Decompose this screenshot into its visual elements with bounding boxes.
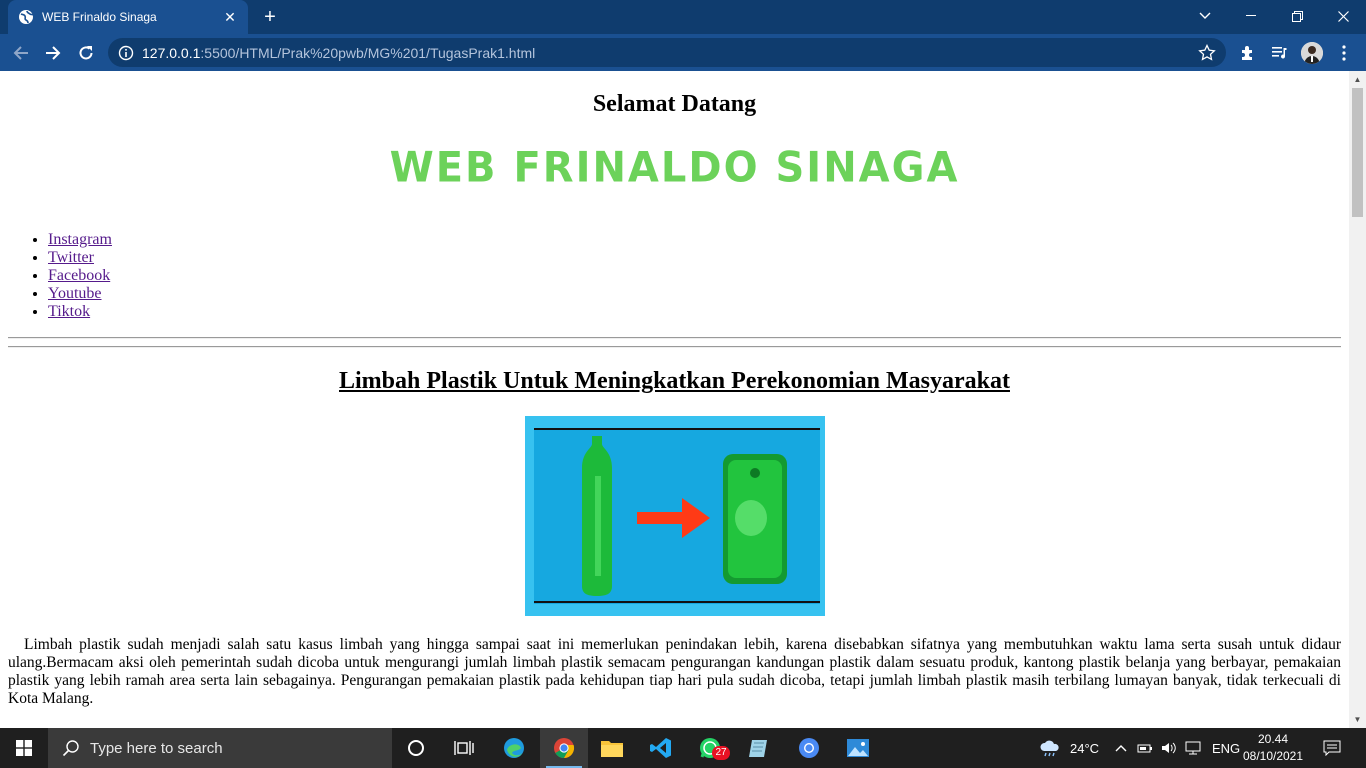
input-language[interactable]: ENG [1212, 741, 1240, 756]
extensions-icon[interactable] [1236, 41, 1260, 65]
list-item: Tiktok [48, 303, 112, 321]
article-title: Limbah Plastik Untuk Meningkatkan Pereko… [339, 368, 1010, 394]
network-icon[interactable] [1185, 741, 1201, 755]
notification-icon [1323, 740, 1341, 756]
scroll-up-icon[interactable]: ▲ [1349, 71, 1366, 88]
tray-icons: ENG [1115, 728, 1240, 768]
start-button[interactable] [0, 728, 48, 768]
taskbar-app-vscode[interactable] [637, 728, 685, 768]
taskbar-app-chrome-2[interactable] [785, 728, 833, 768]
clock-date: 08/10/2021 [1242, 749, 1304, 763]
photos-icon [847, 739, 869, 757]
close-window-button[interactable] [1320, 0, 1366, 32]
weather-temp: 24°C [1070, 740, 1100, 756]
divider [8, 337, 1341, 339]
info-icon[interactable] [118, 45, 134, 61]
volume-icon[interactable] [1161, 741, 1177, 755]
chrome-icon [554, 738, 575, 759]
page-scrollbar[interactable]: ▲ ▼ [1349, 71, 1366, 728]
url-text[interactable]: 127.0.0.1:5500/HTML/Prak%20pwb/MG%201/Tu… [142, 45, 1198, 61]
task-view-button[interactable] [440, 728, 488, 768]
task-view-icon [454, 741, 474, 755]
address-bar[interactable]: 127.0.0.1:5500/HTML/Prak%20pwb/MG%201/Tu… [108, 38, 1226, 67]
link-instagram[interactable]: Instagram [48, 231, 112, 248]
taskbar-app-chrome[interactable] [540, 728, 588, 768]
taskbar-search[interactable]: Type here to search [48, 728, 392, 768]
url-host: 127.0.0.1 [142, 44, 201, 61]
cortana-button[interactable] [392, 728, 440, 768]
tab-search-icon[interactable] [1182, 0, 1228, 32]
notification-badge: 27 [712, 746, 730, 760]
page-viewport: Selamat Datang WEB FRINALDO SINAGA Insta… [0, 71, 1349, 728]
tab-strip: WEB Frinaldo Sinaga ✕ + [0, 0, 1366, 34]
reload-button[interactable] [73, 40, 99, 66]
browser-toolbar: 127.0.0.1:5500/HTML/Prak%20pwb/MG%201/Tu… [0, 34, 1366, 71]
minimize-button[interactable] [1228, 0, 1274, 32]
article-paragraph: Limbah plastik sudah menjadi salah satu … [8, 636, 1341, 707]
bookmark-star-icon[interactable] [1198, 43, 1216, 62]
cortana-icon [408, 740, 424, 756]
social-links-list: Instagram Twitter Facebook Youtube Tikto… [48, 231, 112, 321]
chevron-up-icon[interactable] [1115, 744, 1127, 752]
welcome-heading: Selamat Datang [592, 91, 757, 117]
tab-title: WEB Frinaldo Sinaga [42, 10, 157, 24]
search-icon [62, 740, 79, 757]
taskbar-app-explorer[interactable] [588, 728, 636, 768]
clock-time: 20.44 [1257, 732, 1289, 746]
scroll-down-icon[interactable]: ▼ [1349, 711, 1366, 728]
folder-icon [601, 741, 623, 757]
taskbar-app-whatsapp[interactable]: 27 [686, 728, 734, 768]
windows-logo-icon [16, 740, 32, 756]
search-placeholder: Type here to search [90, 739, 223, 757]
taskbar-app-notes[interactable] [735, 728, 783, 768]
weather-widget[interactable]: 24°C [1038, 728, 1099, 768]
taskbar-app-photos[interactable] [834, 728, 882, 768]
article-image [525, 416, 825, 616]
battery-icon[interactable] [1137, 742, 1153, 754]
notes-icon [749, 740, 767, 757]
browser-tab[interactable]: WEB Frinaldo Sinaga ✕ [8, 0, 248, 34]
vscode-icon [650, 738, 671, 758]
forward-button[interactable] [40, 40, 66, 66]
edge-icon [504, 738, 524, 758]
browser-menu-icon[interactable] [1332, 41, 1356, 65]
taskbar-app-edge[interactable] [490, 728, 538, 768]
url-path: :5500/HTML/Prak%20pwb/MG%201/TugasPrak1.… [200, 44, 536, 61]
link-youtube[interactable]: Youtube [48, 285, 102, 302]
list-item: Youtube [48, 285, 112, 303]
divider [8, 346, 1341, 348]
link-twitter[interactable]: Twitter [48, 249, 94, 266]
link-tiktok[interactable]: Tiktok [48, 303, 90, 320]
cloud-rain-icon [1040, 740, 1059, 757]
new-tab-button[interactable]: + [258, 6, 282, 28]
media-control-icon[interactable] [1268, 41, 1292, 65]
tab-close-icon[interactable]: ✕ [222, 9, 238, 25]
notification-center-button[interactable] [1312, 728, 1352, 768]
chrome-profile-icon [799, 738, 819, 758]
list-item: Instagram [48, 231, 112, 249]
windows-taskbar: Type here to search 27 24°C ENG 20.44 08… [0, 728, 1366, 768]
globe-icon [19, 10, 34, 24]
profile-avatar[interactable] [1300, 41, 1324, 65]
link-facebook[interactable]: Facebook [48, 267, 110, 284]
list-item: Twitter [48, 249, 112, 267]
site-title: WEB FRINALDO SINAGA [389, 143, 960, 193]
system-clock[interactable]: 20.44 08/10/2021 [1240, 731, 1306, 765]
list-item: Facebook [48, 267, 112, 285]
scrollbar-thumb[interactable] [1352, 88, 1363, 217]
restore-button[interactable] [1274, 0, 1320, 32]
back-button[interactable] [8, 40, 34, 66]
